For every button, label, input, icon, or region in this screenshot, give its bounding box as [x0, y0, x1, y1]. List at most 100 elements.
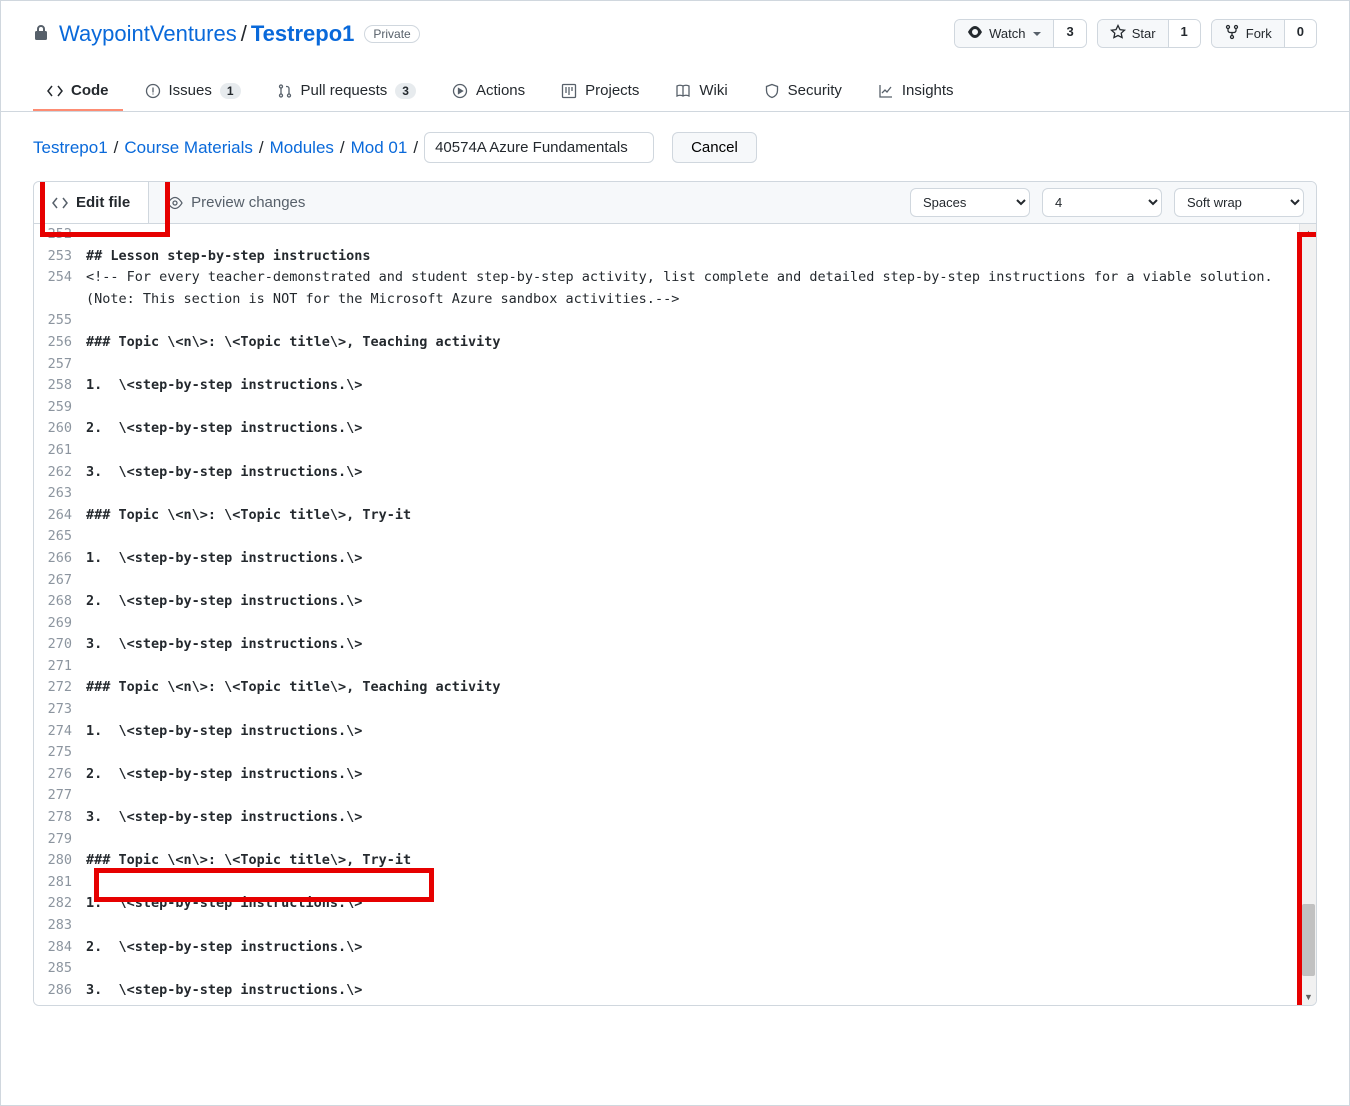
cancel-button[interactable]: Cancel [672, 132, 757, 163]
line-text[interactable]: 3. \<step-by-step instructions.\> [86, 634, 1299, 656]
line-text[interactable]: 1. \<step-by-step instructions.\> [86, 548, 1299, 570]
line-text[interactable] [86, 440, 1299, 462]
code-line[interactable]: 2703. \<step-by-step instructions.\> [34, 634, 1299, 656]
code-line[interactable]: 254<!-- For every teacher-demonstrated a… [34, 267, 1299, 289]
code-line[interactable]: (Note: This section is NOT for the Micro… [34, 289, 1299, 311]
line-text[interactable]: 3. \<step-by-step instructions.\> [86, 980, 1299, 1002]
code-line[interactable]: 253## Lesson step-by-step instructions [34, 246, 1299, 268]
line-text[interactable]: 3. \<step-by-step instructions.\> [86, 807, 1299, 829]
line-text[interactable] [86, 310, 1299, 332]
code-line[interactable]: 2762. \<step-by-step instructions.\> [34, 764, 1299, 786]
line-text[interactable]: 1. \<step-by-step instructions.\> [86, 721, 1299, 743]
code-line[interactable]: 263 [34, 483, 1299, 505]
watch-count[interactable]: 3 [1054, 20, 1085, 47]
code-line[interactable]: 279 [34, 829, 1299, 851]
line-text[interactable] [86, 829, 1299, 851]
scroll-thumb[interactable] [1302, 904, 1315, 976]
line-text[interactable] [86, 397, 1299, 419]
line-text[interactable] [86, 354, 1299, 376]
breadcrumb-p1[interactable]: Course Materials [124, 138, 253, 158]
breadcrumb-p2[interactable]: Modules [270, 138, 334, 158]
breadcrumb-root[interactable]: Testrepo1 [33, 138, 108, 158]
tab-security[interactable]: Security [750, 72, 856, 111]
code-line[interactable]: 280### Topic \<n\>: \<Topic title\>, Try… [34, 850, 1299, 872]
code-line[interactable]: 267 [34, 570, 1299, 592]
code-line[interactable]: 264### Topic \<n\>: \<Topic title\>, Try… [34, 505, 1299, 527]
watch-button[interactable]: Watch 3 [954, 19, 1087, 48]
code-line[interactable]: 285 [34, 958, 1299, 980]
indent-size-select[interactable]: 4 [1042, 188, 1162, 217]
code-line[interactable]: 265 [34, 526, 1299, 548]
code-line[interactable]: 2623. \<step-by-step instructions.\> [34, 462, 1299, 484]
tab-issues[interactable]: Issues 1 [131, 72, 255, 111]
code-line[interactable]: 252 [34, 224, 1299, 246]
scroll-down-arrow[interactable]: ▼ [1300, 988, 1317, 1005]
code-line[interactable]: 281 [34, 872, 1299, 894]
code-line[interactable]: 287 [34, 1001, 1299, 1005]
code-line[interactable]: 2682. \<step-by-step instructions.\> [34, 591, 1299, 613]
code-line[interactable]: 259 [34, 397, 1299, 419]
wrap-select[interactable]: Soft wrap [1174, 188, 1304, 217]
tab-code[interactable]: Code [33, 72, 123, 111]
line-text[interactable] [86, 613, 1299, 635]
line-text[interactable]: (Note: This section is NOT for the Micro… [86, 289, 1299, 311]
tab-insights[interactable]: Insights [864, 72, 968, 111]
line-text[interactable]: 2. \<step-by-step instructions.\> [86, 937, 1299, 959]
star-button[interactable]: Star 1 [1097, 19, 1201, 48]
line-text[interactable] [86, 656, 1299, 678]
line-text[interactable] [86, 872, 1299, 894]
code-line[interactable]: 275 [34, 742, 1299, 764]
line-text[interactable] [86, 570, 1299, 592]
code-line[interactable]: 283 [34, 915, 1299, 937]
code-line[interactable]: 271 [34, 656, 1299, 678]
star-count[interactable]: 1 [1169, 20, 1200, 47]
line-text[interactable] [86, 1001, 1299, 1005]
code-line[interactable]: 261 [34, 440, 1299, 462]
code-line[interactable]: 2741. \<step-by-step instructions.\> [34, 721, 1299, 743]
owner-link[interactable]: WaypointVentures [59, 21, 237, 47]
line-text[interactable]: ### Topic \<n\>: \<Topic title\>, Try-it [86, 850, 1299, 872]
tab-pulls[interactable]: Pull requests 3 [263, 72, 430, 111]
line-text[interactable] [86, 699, 1299, 721]
code-line[interactable]: 2863. \<step-by-step instructions.\> [34, 980, 1299, 1002]
preview-tab[interactable]: Preview changes [149, 182, 323, 223]
scroll-up-arrow[interactable]: ▲ [1300, 224, 1317, 241]
code-line[interactable]: 257 [34, 354, 1299, 376]
line-text[interactable]: 2. \<step-by-step instructions.\> [86, 418, 1299, 440]
code-editor[interactable]: 252253## Lesson step-by-step instruction… [34, 224, 1299, 1005]
fork-button[interactable]: Fork 0 [1211, 19, 1317, 48]
line-text[interactable]: ### Topic \<n\>: \<Topic title\>, Try-it [86, 505, 1299, 527]
edit-file-tab[interactable]: Edit file [34, 182, 149, 223]
code-line[interactable]: 272### Topic \<n\>: \<Topic title\>, Tea… [34, 677, 1299, 699]
line-text[interactable]: ### Topic \<n\>: \<Topic title\>, Teachi… [86, 677, 1299, 699]
line-text[interactable] [86, 224, 1299, 246]
tab-wiki[interactable]: Wiki [661, 72, 741, 111]
code-line[interactable]: 2783. \<step-by-step instructions.\> [34, 807, 1299, 829]
code-line[interactable]: 2842. \<step-by-step instructions.\> [34, 937, 1299, 959]
filename-input[interactable] [424, 132, 654, 163]
line-text[interactable]: 1. \<step-by-step instructions.\> [86, 893, 1299, 915]
line-text[interactable]: 2. \<step-by-step instructions.\> [86, 764, 1299, 786]
code-line[interactable]: 255 [34, 310, 1299, 332]
line-text[interactable]: ## Lesson step-by-step instructions [86, 246, 1299, 268]
code-line[interactable]: 269 [34, 613, 1299, 635]
line-text[interactable] [86, 742, 1299, 764]
code-line[interactable]: 2821. \<step-by-step instructions.\> [34, 893, 1299, 915]
code-line[interactable]: 256### Topic \<n\>: \<Topic title\>, Tea… [34, 332, 1299, 354]
line-text[interactable] [86, 958, 1299, 980]
tab-actions[interactable]: Actions [438, 72, 539, 111]
breadcrumb-p3[interactable]: Mod 01 [351, 138, 408, 158]
indent-mode-select[interactable]: Spaces [910, 188, 1030, 217]
line-text[interactable]: 2. \<step-by-step instructions.\> [86, 591, 1299, 613]
line-text[interactable] [86, 915, 1299, 937]
code-line[interactable]: 2581. \<step-by-step instructions.\> [34, 375, 1299, 397]
line-text[interactable]: <!-- For every teacher-demonstrated and … [86, 267, 1299, 289]
repo-link[interactable]: Testrepo1 [251, 21, 355, 47]
code-line[interactable]: 277 [34, 785, 1299, 807]
tab-projects[interactable]: Projects [547, 72, 653, 111]
scrollbar[interactable]: ▲ ▼ [1299, 224, 1316, 1005]
code-line[interactable]: 273 [34, 699, 1299, 721]
line-text[interactable] [86, 526, 1299, 548]
line-text[interactable] [86, 483, 1299, 505]
line-text[interactable]: ### Topic \<n\>: \<Topic title\>, Teachi… [86, 332, 1299, 354]
